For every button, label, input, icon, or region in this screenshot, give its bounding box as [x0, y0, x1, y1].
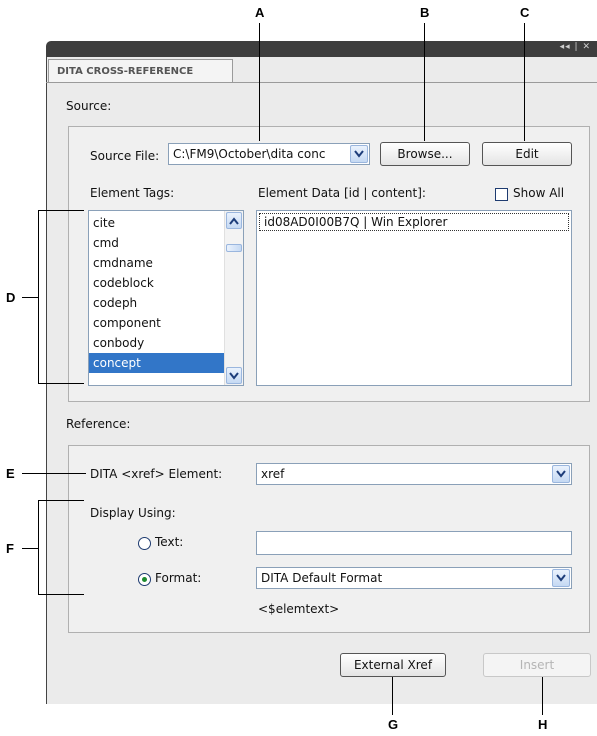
element-tag-item[interactable]: cmdname	[89, 253, 225, 273]
callout-h-line	[542, 677, 543, 715]
element-tags-label: Element Tags:	[90, 186, 175, 200]
scroll-thumb[interactable]	[226, 244, 242, 252]
format-value: DITA Default Format	[261, 571, 383, 585]
element-tag-item[interactable]: cmd	[89, 233, 225, 253]
callout-f: F	[6, 541, 14, 556]
chevron-down-icon[interactable]	[552, 569, 570, 587]
callout-h: H	[538, 717, 548, 732]
source-file-label: Source File:	[90, 149, 160, 163]
scroll-up-icon[interactable]	[226, 212, 242, 229]
element-tag-item[interactable]: codeph	[89, 293, 225, 313]
element-tag-item[interactable]: codeblock	[89, 273, 225, 293]
callout-d-bracket	[38, 210, 39, 384]
display-using-label: Display Using:	[90, 506, 176, 520]
window-controls[interactable]: ◂◂ | ✕	[560, 42, 591, 52]
text-radio[interactable]	[138, 537, 151, 550]
callout-d-tick	[22, 297, 38, 298]
xref-element-value: xref	[261, 467, 285, 481]
callout-d: D	[6, 290, 16, 305]
element-tags-list[interactable]: cite cmd cmdname codeblock codeph component co…	[88, 210, 244, 386]
text-radio-label: Text:	[155, 535, 184, 549]
chevron-down-icon[interactable]	[350, 145, 368, 163]
callout-e: E	[6, 466, 15, 481]
source-file-dropdown[interactable]: C:\FM9\October\dita conc	[168, 143, 370, 165]
callout-b: B	[420, 5, 430, 20]
callout-b-line	[424, 23, 425, 141]
browse-button[interactable]: Browse...	[380, 142, 470, 166]
element-tag-item[interactable]: component	[89, 313, 225, 333]
source-file-value: C:\FM9\October\dita conc	[173, 147, 326, 161]
format-preview: <$elemtext>	[258, 602, 340, 616]
callout-a-line	[259, 23, 260, 141]
source-section-label: Source:	[66, 99, 112, 113]
callout-c-line	[524, 23, 525, 141]
xref-element-dropdown[interactable]: xref	[256, 463, 572, 485]
tab-dita-cross-reference[interactable]: DITA CROSS-REFERENCE	[48, 59, 233, 83]
callout-a: A	[255, 5, 265, 20]
scroll-down-icon[interactable]	[226, 367, 242, 384]
radio-selected-dot	[142, 577, 147, 582]
text-input[interactable]	[256, 531, 572, 555]
callout-f-top	[38, 500, 84, 501]
callout-d-bottom	[38, 383, 84, 384]
tab-divider	[46, 82, 597, 83]
element-data-item[interactable]: id08AD0I00B7Q | Win Explorer	[259, 213, 569, 231]
callout-c: C	[520, 5, 530, 20]
element-data-list[interactable]: id08AD0I00B7Q | Win Explorer	[256, 210, 572, 386]
reference-section-label: Reference:	[66, 417, 131, 431]
callout-g: G	[388, 717, 399, 732]
panel-title-bar: ◂◂ | ✕	[46, 41, 597, 57]
callout-g-line	[392, 677, 393, 715]
callout-f-bottom	[38, 594, 84, 595]
chevron-down-icon[interactable]	[552, 465, 570, 483]
external-xref-button[interactable]: External Xref	[340, 653, 446, 677]
element-data-label: Element Data [id | content]:	[258, 186, 426, 200]
edit-button[interactable]: Edit	[482, 142, 572, 166]
callout-e-line	[22, 473, 86, 474]
element-tags-scrollbar[interactable]	[224, 211, 243, 385]
show-all-label: Show All	[513, 186, 565, 200]
callout-f-tick	[22, 548, 38, 549]
element-tag-item[interactable]: conbody	[89, 333, 225, 353]
element-tag-item[interactable]: cite	[89, 213, 225, 233]
show-all-checkbox[interactable]	[495, 188, 508, 201]
xref-element-label: DITA <xref> Element:	[90, 467, 223, 481]
insert-button[interactable]: Insert	[483, 653, 591, 677]
element-tag-item[interactable]: concept	[89, 353, 225, 373]
callout-f-bracket	[38, 500, 39, 595]
format-dropdown[interactable]: DITA Default Format	[256, 567, 572, 589]
format-radio[interactable]	[138, 573, 151, 586]
format-radio-label: Format:	[155, 571, 202, 585]
callout-d-top	[38, 210, 84, 211]
